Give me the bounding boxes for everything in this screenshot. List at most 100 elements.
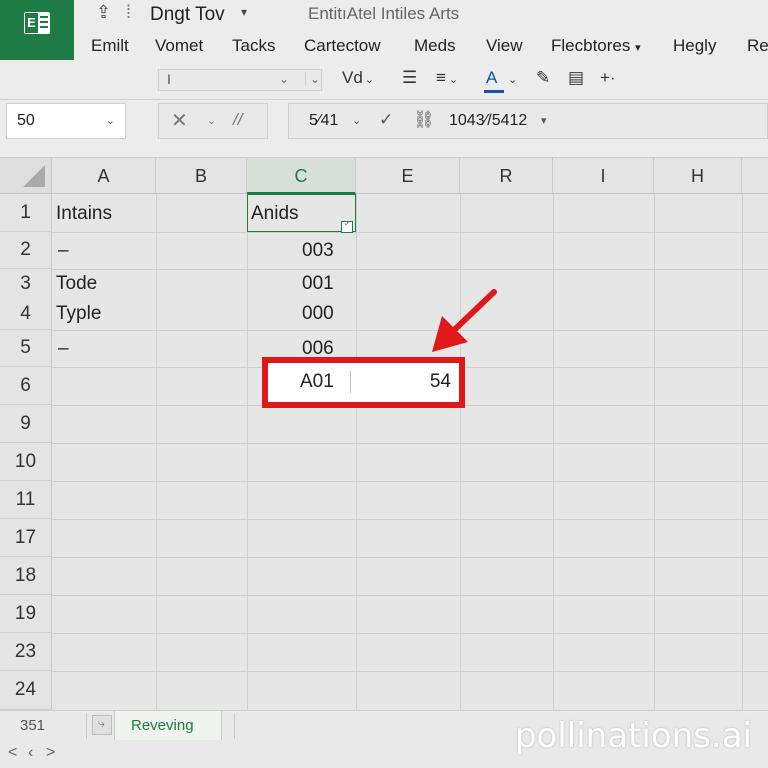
row-header-2[interactable]: 2 [0,232,52,269]
row-header-11[interactable]: 11 [0,481,52,519]
formula-reference: 1043⁄/5412 [449,112,528,129]
column-header-h[interactable]: H [654,158,742,194]
menu-item-meds[interactable]: Meds [414,36,456,56]
cell-c4[interactable]: 000 [302,303,334,325]
chevron-down-icon: ▾ [635,42,641,54]
fill-handle[interactable]: ✓ [341,219,353,233]
cell-c2[interactable]: 003 [302,240,334,262]
divider [86,713,87,739]
row-header-3[interactable]: 3 [0,269,52,299]
gridline [52,633,768,634]
font-select-value: I [167,71,171,87]
cell-a4[interactable]: Typle [56,303,101,325]
close-icon[interactable]: ✕ [171,108,188,133]
chevron-down-icon[interactable]: ⌄ [508,73,517,86]
formula-input[interactable]: 5⁄41 ⌄ ✓ ⛓ 1043⁄/5412 ▾ [288,103,768,139]
gridline [52,557,768,558]
cell-c3[interactable]: 001 [302,273,334,295]
column-header-c[interactable]: C [247,158,356,194]
column-header-i[interactable]: I [553,158,654,194]
vd-button[interactable]: Vd ⌄ [342,68,374,88]
cell-a1[interactable]: Intains [56,203,112,225]
cell-e6[interactable]: 54 [430,371,451,393]
gridline [52,269,768,270]
add-sheet-button[interactable]: ⤷ [92,715,112,735]
spreadsheet-grid[interactable]: A B C E R I H 1 2 3 4 5 6 9 10 11 17 18 … [0,158,768,710]
name-box-value: 50 [17,112,35,129]
divider [234,713,235,739]
highlighted-cells[interactable]: A01 54 [262,357,465,408]
name-box[interactable]: 50 ⌄ [6,103,126,139]
red-arrow-icon [432,289,497,352]
row-header-23[interactable]: 23 [0,633,52,671]
row-header-24[interactable]: 24 [0,671,52,710]
menu-item-hegly[interactable]: Hegly [673,36,716,56]
quick-access-separator: ⁞ [126,2,132,22]
gridline [52,443,768,444]
active-cell-border [247,194,356,232]
font-color-button[interactable]: A [486,68,497,88]
app-subtitle: EntitıAtel Intiles Arts [308,4,460,23]
document-title[interactable]: Dngt Tov [150,4,225,26]
column-header-e[interactable]: E [356,158,460,194]
cell-a2[interactable]: – [58,240,69,262]
menu-item-vomet[interactable]: Vomet [155,36,203,56]
row-header-4[interactable]: 4 [0,299,52,330]
menu-item-tacks[interactable]: Tacks [232,36,275,56]
title-dropdown-icon[interactable]: ▾ [241,5,247,19]
gridline [52,595,768,596]
formula-value: 5⁄41 [309,112,339,129]
font-select[interactable]: I ⌄ ⌄ [158,69,322,91]
menu-item-cartectow[interactable]: Cartectow [304,36,381,56]
cell-divider [350,371,351,393]
pen-icon[interactable]: ✎ [536,68,550,88]
column-header-extra[interactable] [742,158,768,194]
sheet-count: 351 [20,717,46,734]
menu-item-view[interactable]: View [486,36,523,56]
row-header-10[interactable]: 10 [0,443,52,481]
menu-item-re[interactable]: Re [747,36,768,56]
cell-c6[interactable]: A01 [300,371,334,393]
move-icon[interactable]: +· [600,68,616,88]
check-icon[interactable]: ✓ [379,110,393,130]
row-header-9[interactable]: 9 [0,405,52,443]
menu-item-emilt[interactable]: Emilt [91,36,129,56]
link-icon[interactable]: ⛓ [413,110,435,130]
chevron-down-icon[interactable]: ⌄ [352,114,361,127]
watermark-text: pollinations.ai [514,716,752,756]
column-header-b[interactable]: B [156,158,247,194]
chevron-down-icon[interactable]: ⌄ [305,72,320,86]
sheet-tab-reveving[interactable]: Reveving [114,711,222,741]
row-header-6[interactable]: 6 [0,367,52,405]
list-icon[interactable]: ☰ [402,68,417,88]
column-header-a[interactable]: A [52,158,156,194]
chevron-left-icon[interactable]: < [8,744,17,762]
column-header-r[interactable]: R [460,158,553,194]
formula-bar: 50 ⌄ ✕ ⌄ // 5⁄41 ⌄ ✓ ⛓ 1043⁄/5412 ▾ [0,100,768,158]
chevron-down-icon[interactable]: ⌄ [207,114,216,127]
row-header-17[interactable]: 17 [0,519,52,557]
function-icon[interactable]: // [233,110,242,130]
row-header-19[interactable]: 19 [0,595,52,633]
row-header-5[interactable]: 5 [0,330,52,367]
menu-item-flecbtores[interactable]: Flecbtores ▾ [551,36,641,56]
title-bar: ⇪ ⁞ Dngt Tov ▾ EntitıAtel Intiles Arts [0,0,768,30]
gridline [52,671,768,672]
chevron-right-icon[interactable]: > [46,744,55,762]
select-all-corner[interactable] [0,158,52,194]
cell-a5[interactable]: – [58,338,69,360]
align-icon[interactable]: ≡ ⌄ [436,68,458,88]
menu-bar: Emilt Vomet Tacks Cartectow Meds View Fl… [74,30,768,60]
gridline [52,232,768,233]
chevron-left-small-icon[interactable]: ‹ [28,744,33,762]
chevron-down-icon[interactable]: ▾ [541,114,547,127]
row-header-18[interactable]: 18 [0,557,52,595]
row-header-1[interactable]: 1 [0,194,52,232]
gridline [52,330,768,331]
chevron-down-icon[interactable]: ⌄ [106,114,115,127]
cell-a3[interactable]: Tode [56,273,97,295]
table-icon[interactable]: ▤ [568,68,584,88]
spreadsheet-app-logo-icon[interactable]: E [0,0,74,60]
chevron-down-icon: ⌄ [279,72,290,86]
upload-icon[interactable]: ⇪ [96,2,111,23]
